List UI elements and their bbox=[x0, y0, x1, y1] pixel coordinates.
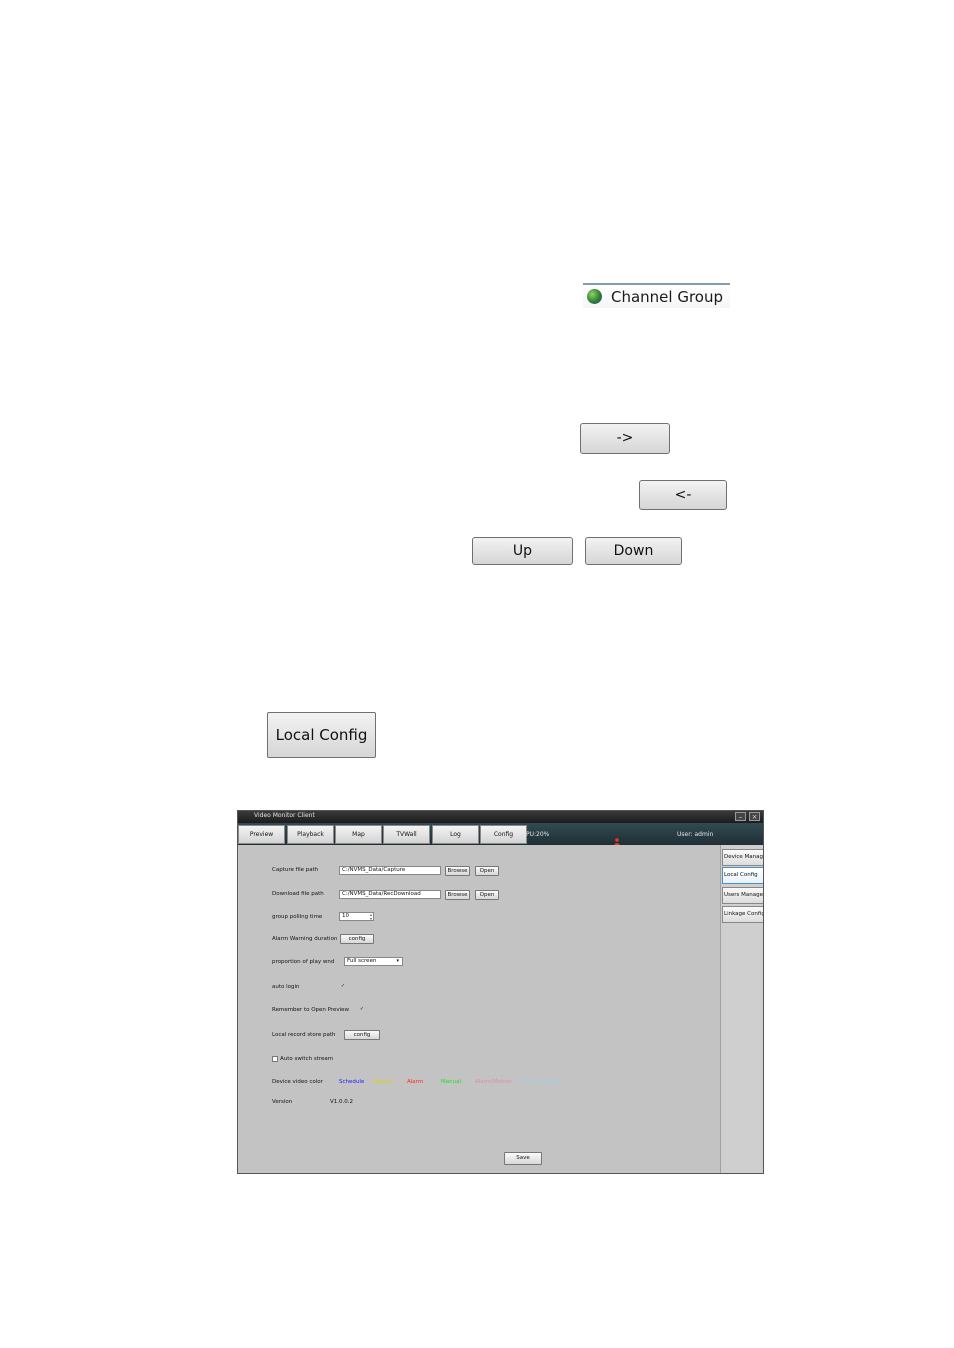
auto-login-checkbox[interactable]: ✓ bbox=[340, 984, 346, 990]
auto-switch-label: Auto switch stream bbox=[280, 1056, 334, 1062]
download-browse-button[interactable]: Browse bbox=[445, 890, 470, 900]
chevron-down-icon: ▾ bbox=[396, 958, 399, 964]
alarm-config-button[interactable]: config bbox=[340, 934, 374, 944]
side-item-linkage-config[interactable]: Linkage Config bbox=[722, 906, 763, 923]
cpu-usage: PU:20% bbox=[526, 831, 550, 838]
side-item-device-manage[interactable]: Device Manage bbox=[722, 849, 763, 866]
move-left-button[interactable]: <- bbox=[639, 480, 727, 510]
color-normal: Normal bbox=[373, 1079, 393, 1085]
side-item-local-config[interactable]: Local Config bbox=[722, 867, 763, 884]
polling-time-value: 10 bbox=[342, 913, 349, 919]
app-window: Video Monitor Client – × Preview Playbac… bbox=[237, 810, 764, 1174]
save-button[interactable]: Save bbox=[504, 1152, 542, 1165]
capture-open-button[interactable]: Open bbox=[475, 866, 499, 876]
capture-browse-button[interactable]: Browse bbox=[445, 866, 470, 876]
globe-icon bbox=[587, 289, 602, 304]
remember-preview-label: Remember to Open Preview bbox=[272, 1007, 350, 1013]
title-bar: Video Monitor Client – × bbox=[238, 811, 763, 823]
user-icon bbox=[614, 830, 620, 845]
current-user: User: admin bbox=[677, 831, 714, 838]
side-menu: Device Manage Local Config Users Manage … bbox=[720, 845, 763, 1173]
color-alarm: Alarm bbox=[407, 1079, 424, 1085]
channel-group-header[interactable]: Channel Group bbox=[583, 283, 730, 308]
tab-playback[interactable]: Playback bbox=[287, 825, 334, 844]
record-config-button[interactable]: config bbox=[344, 1030, 380, 1040]
local-config-button[interactable]: Local Config bbox=[267, 712, 376, 758]
remember-preview-checkbox[interactable]: ✓ bbox=[359, 1007, 365, 1013]
color-alarm-and-motion: Alarm & Motion bbox=[519, 1079, 562, 1085]
move-right-button[interactable]: -> bbox=[580, 423, 670, 454]
proportion-label: proportion of play wnd bbox=[272, 959, 335, 965]
tab-map[interactable]: Map bbox=[335, 825, 382, 844]
version-value: V1.0.0.2 bbox=[330, 1099, 354, 1105]
close-icon[interactable]: × bbox=[749, 812, 760, 821]
auto-login-label: auto login bbox=[272, 984, 300, 990]
alarm-duration-label: Alarm Warning duration bbox=[272, 936, 338, 942]
version-label: Version bbox=[272, 1099, 293, 1105]
up-button[interactable]: Up bbox=[472, 537, 573, 565]
download-path-field[interactable]: C:/NVMS_Data/RecDownload bbox=[339, 890, 441, 899]
proportion-select[interactable]: Full screen ▾ bbox=[344, 957, 403, 966]
tab-tvwall[interactable]: TVWall bbox=[383, 825, 430, 844]
color-manual: Manual bbox=[441, 1079, 461, 1085]
auto-switch-checkbox[interactable] bbox=[272, 1056, 278, 1062]
video-color-label: Device video color bbox=[272, 1079, 323, 1085]
side-item-users-manage[interactable]: Users Manage bbox=[722, 887, 763, 904]
color-schedule: Schedule bbox=[339, 1079, 365, 1085]
nav-bar: Preview Playback Map TVWall Log Config P… bbox=[238, 823, 763, 845]
spin-arrows-icon[interactable]: ▴ ▾ bbox=[370, 913, 372, 920]
tab-log[interactable]: Log bbox=[432, 825, 479, 844]
polling-time-spinbox[interactable]: 10 ▴ ▾ bbox=[339, 912, 374, 921]
tab-preview[interactable]: Preview bbox=[238, 825, 285, 844]
download-open-button[interactable]: Open bbox=[475, 890, 499, 900]
down-button[interactable]: Down bbox=[585, 537, 682, 565]
download-path-label: Download file path bbox=[272, 891, 324, 897]
channel-group-label: Channel Group bbox=[611, 288, 724, 306]
capture-path-field[interactable]: C:/NVMS_Data/Capture bbox=[339, 866, 441, 875]
tab-config[interactable]: Config bbox=[480, 825, 527, 844]
window-title: Video Monitor Client bbox=[254, 812, 315, 819]
minimize-icon[interactable]: – bbox=[735, 812, 746, 821]
proportion-value: Full screen bbox=[347, 958, 377, 964]
record-path-label: Local record store path bbox=[272, 1032, 336, 1038]
polling-time-label: group polling time bbox=[272, 914, 323, 920]
local-config-panel: Capture file path C:/NVMS_Data/Capture B… bbox=[238, 845, 720, 1173]
color-alarm-motion: Alarm/Motion bbox=[475, 1079, 512, 1085]
capture-path-label: Capture file path bbox=[272, 867, 319, 873]
